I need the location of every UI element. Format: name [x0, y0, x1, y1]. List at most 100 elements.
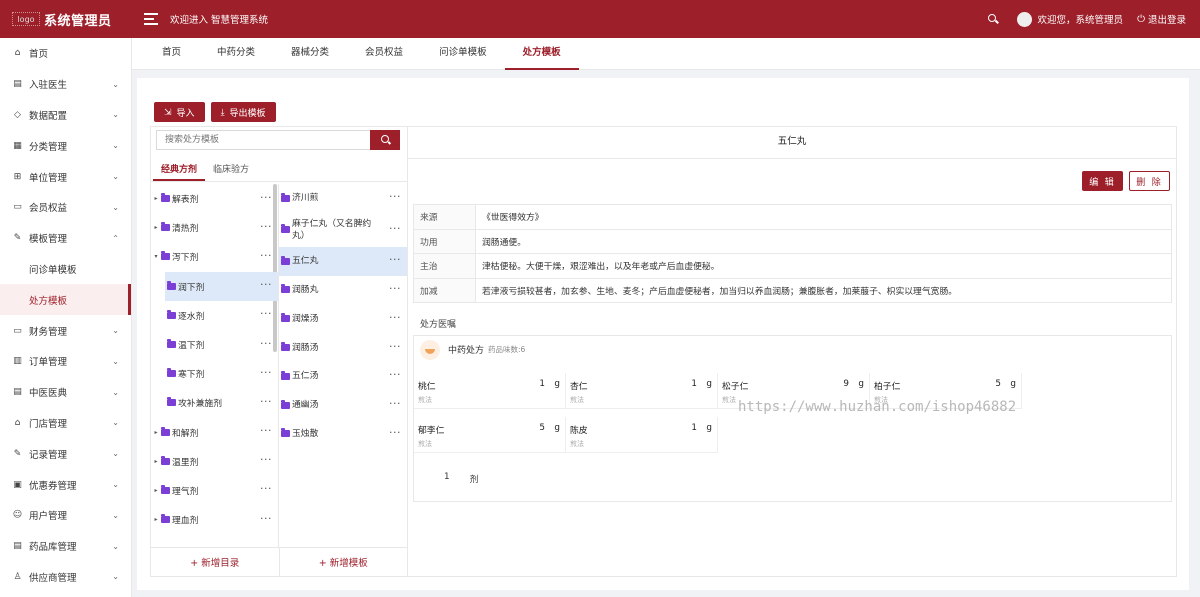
category-item[interactable]: 寒下剂 ··· — [151, 359, 278, 388]
sidebar-item[interactable]: ▤ 中医医典 ⌄ — [0, 377, 131, 408]
herb-item: 郁李仁 5 g 煎法 — [414, 417, 566, 453]
box-icon: ⊞ — [13, 171, 22, 182]
add-template-button[interactable]: + 新增模板 — [280, 548, 408, 576]
template-item[interactable]: 五仁丸 ··· — [279, 246, 407, 276]
category-item[interactable]: ▸ 清热剂 ··· — [151, 213, 278, 242]
sidebar-item[interactable]: ▤ 入驻医生 ⌄ — [0, 69, 131, 100]
export-template-button[interactable]: ⤓ 导出模板 — [210, 102, 276, 122]
menu-toggle-icon[interactable] — [144, 13, 158, 25]
template-item[interactable]: 润燥汤 ··· — [279, 304, 407, 333]
category-item[interactable]: ▸ 理气剂 ··· — [151, 476, 278, 505]
sidebar-item[interactable]: ⊞ 单位管理 ⌄ — [0, 161, 131, 192]
sidebar-item[interactable]: ▦ 分类管理 ⌄ — [0, 130, 131, 161]
category-item[interactable]: ▸ 温里剂 ··· — [151, 447, 278, 476]
sidebar-item[interactable]: ⌂ 首页 — [0, 38, 131, 69]
caret-right-icon[interactable]: ▸ — [151, 516, 161, 523]
more-icon[interactable]: ··· — [260, 220, 272, 233]
more-icon[interactable]: ··· — [260, 483, 272, 496]
sidebar-item[interactable]: ▭ 财务管理 ⌄ — [0, 315, 131, 346]
template-item[interactable]: 润肠丸 ··· — [279, 276, 407, 305]
sidebar-item[interactable]: ⌂ 门店管理 ⌄ — [0, 408, 131, 439]
more-icon[interactable]: ··· — [260, 191, 272, 204]
page-tab[interactable]: 首页 — [144, 38, 199, 70]
user-greeting: 欢迎您，系统管理员 — [1037, 15, 1124, 26]
sidebar-subitem[interactable]: 处方模板 — [0, 284, 131, 316]
more-icon[interactable]: ··· — [389, 397, 401, 410]
page-tab[interactable]: 中药分类 — [199, 38, 273, 70]
more-icon[interactable]: ··· — [389, 311, 401, 324]
sidebar-item[interactable]: ◇ 数据配置 ⌄ — [0, 100, 131, 131]
template-item[interactable]: 通幽汤 ··· — [279, 391, 407, 420]
template-item[interactable]: 玉烛散 ··· — [279, 420, 407, 449]
sidebar-item[interactable]: ▭ 会员权益 ⌄ — [0, 192, 131, 223]
logout-link[interactable]: 退出登录 — [1148, 12, 1186, 26]
category-item[interactable]: 润下剂 ··· — [165, 271, 278, 301]
template-item[interactable]: 五仁汤 ··· — [279, 362, 407, 391]
search-input[interactable] — [156, 130, 370, 150]
page-tab[interactable]: 器械分类 — [273, 38, 347, 70]
sidebar-item[interactable]: ✎ 记录管理 ⌄ — [0, 438, 131, 469]
more-icon[interactable]: ··· — [260, 453, 272, 466]
category-item[interactable]: 逐水剂 ··· — [151, 301, 278, 330]
template-item[interactable]: 麻子仁丸（又名脾约丸） ··· — [279, 213, 407, 247]
caret-right-icon[interactable]: ▸ — [151, 429, 161, 436]
page-tab[interactable]: 处方模板 — [504, 38, 579, 70]
category-item[interactable]: 温下剂 ··· — [151, 330, 278, 359]
more-icon[interactable]: ··· — [260, 278, 272, 291]
more-icon[interactable]: ··· — [260, 395, 272, 408]
sidebar-item[interactable]: ✎ 模板管理 ⌃ — [0, 223, 131, 254]
sub-tab[interactable]: 临床验方 — [205, 160, 257, 181]
avatar[interactable] — [1016, 11, 1032, 27]
template-item[interactable]: 济川煎 ··· — [279, 184, 407, 213]
caret-down-icon[interactable]: ▾ — [151, 253, 161, 260]
caret-right-icon[interactable]: ▸ — [151, 195, 161, 202]
template-item[interactable]: 润肠汤 ··· — [279, 333, 407, 362]
sidebar-item[interactable]: ♙ 供应商管理 ⌄ — [0, 562, 131, 593]
more-icon[interactable]: ··· — [260, 424, 272, 437]
category-item[interactable]: ▸ 解表剂 ··· — [151, 184, 278, 213]
category-item[interactable]: 攻补兼施剂 ··· — [151, 388, 278, 417]
main-content: ⇲导入 ⤓导出模板 经典方剂临床验方 ▸ 解表剂 ··· ▸ 清热剂 ··· ▾ 泻下剂 ···… — [137, 78, 1189, 590]
sidebar-item[interactable]: ☺ 用户管理 ⌄ — [0, 500, 131, 531]
category-label: 理气剂 — [172, 486, 199, 497]
herb-name: 松子仁 — [722, 382, 749, 392]
category-item[interactable]: ▾ 泻下剂 ··· — [151, 242, 278, 271]
sub-tab[interactable]: 经典方剂 — [153, 160, 206, 181]
page-tab[interactable]: 问诊单模板 — [421, 38, 505, 70]
add-category-button[interactable]: + 新增目录 — [151, 548, 280, 576]
more-icon[interactable]: ··· — [389, 340, 401, 353]
delete-button[interactable]: 删 除 — [1129, 171, 1170, 191]
caret-right-icon[interactable]: ▸ — [151, 487, 161, 494]
more-icon[interactable]: ··· — [389, 369, 401, 382]
more-icon[interactable]: ··· — [389, 426, 401, 439]
logout-icon[interactable]: ⏻ — [1137, 14, 1145, 25]
import-button[interactable]: ⇲ 导入 — [154, 102, 205, 122]
category-item[interactable]: ▸ 理血剂 ··· — [151, 505, 278, 534]
more-icon[interactable]: ··· — [260, 308, 272, 321]
folder-icon — [281, 192, 290, 202]
search-button[interactable] — [370, 130, 400, 150]
page-tab[interactable]: 会员权益 — [347, 38, 421, 70]
sidebar-item[interactable]: ▥ 订单管理 ⌄ — [0, 346, 131, 377]
caret-right-icon[interactable]: ▸ — [151, 458, 161, 465]
more-icon[interactable]: ··· — [260, 366, 272, 379]
template-label: 润肠汤 — [292, 342, 319, 353]
more-icon[interactable]: ··· — [260, 337, 272, 350]
info-row: 主治 津枯便秘。大便干燥，艰涩难出，以及年老或产后血虚便秘。 — [413, 253, 1172, 279]
more-icon[interactable]: ··· — [389, 253, 401, 266]
search-icon[interactable] — [987, 13, 999, 25]
logo-area[interactable]: logo 系统管理员 — [0, 0, 132, 38]
more-icon[interactable]: ··· — [389, 282, 401, 295]
sidebar-subitem[interactable]: 问诊单模板 — [0, 254, 131, 285]
more-icon[interactable]: ··· — [260, 249, 272, 262]
caret-right-icon[interactable]: ▸ — [151, 224, 161, 231]
sidebar-item[interactable]: ▤ 药品库管理 ⌄ — [0, 531, 131, 562]
folder-icon — [167, 309, 176, 319]
edit-button[interactable]: 编 辑 — [1082, 171, 1123, 191]
sidebar-item[interactable]: ▣ 优惠券管理 ⌄ — [0, 469, 131, 500]
category-item[interactable]: ▸ 和解剂 ··· — [151, 418, 278, 447]
chevron-down-icon: ⌄ — [112, 387, 119, 397]
more-icon[interactable]: ··· — [389, 191, 401, 204]
more-icon[interactable]: ··· — [260, 512, 272, 525]
more-icon[interactable]: ··· — [389, 222, 401, 235]
